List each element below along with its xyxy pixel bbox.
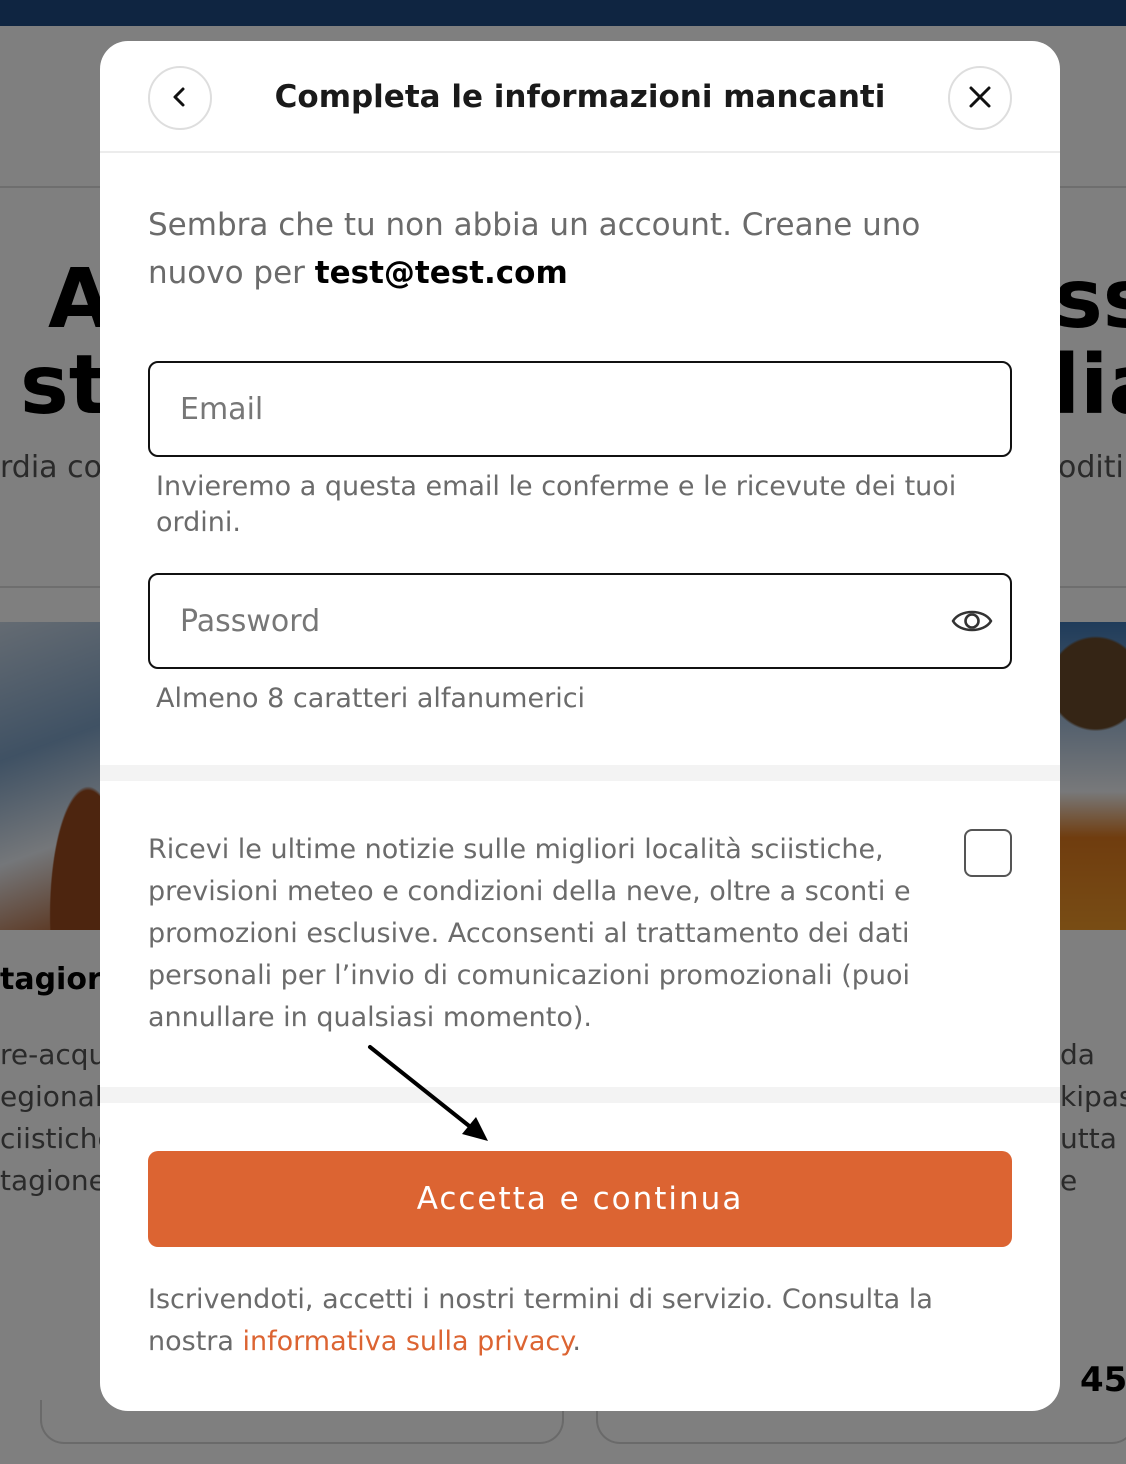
- back-button[interactable]: [148, 66, 212, 130]
- modal-title: Completa le informazioni mancanti: [274, 79, 886, 115]
- close-button[interactable]: [948, 66, 1012, 130]
- signup-modal: Completa le informazioni mancanti Sembra…: [100, 41, 1060, 1411]
- password-helper-text: Almeno 8 caratteri alfanumerici: [156, 683, 586, 714]
- email-helper-text: Invieremo a questa email le conferme e l…: [156, 471, 957, 538]
- password-field[interactable]: [148, 573, 1012, 669]
- password-input[interactable]: [180, 575, 940, 667]
- close-icon: [968, 85, 992, 112]
- chevron-left-icon: [169, 86, 191, 111]
- consent-text: Ricevi le ultime notizie sulle migliori …: [148, 834, 911, 1033]
- accept-continue-button[interactable]: Accetta e continua: [148, 1151, 1012, 1247]
- terms-text: Iscrivendoti, accetti i nostri termini d…: [148, 1279, 1012, 1363]
- email-field[interactable]: [148, 361, 1012, 457]
- intro-message: Sembra che tu non abbia un account. Crea…: [148, 201, 1012, 297]
- terms-end: .: [572, 1326, 581, 1357]
- modal-header: Completa le informazioni mancanti: [100, 41, 1060, 153]
- section-separator: [100, 1087, 1060, 1103]
- privacy-policy-link[interactable]: informativa sulla privacy: [243, 1326, 573, 1357]
- consent-checkbox[interactable]: [964, 829, 1012, 877]
- intro-email: test@test.com: [314, 255, 568, 291]
- annotation-arrow-icon: [368, 1045, 488, 1141]
- section-separator: [100, 765, 1060, 781]
- email-input[interactable]: [180, 363, 940, 455]
- eye-icon[interactable]: [950, 601, 994, 641]
